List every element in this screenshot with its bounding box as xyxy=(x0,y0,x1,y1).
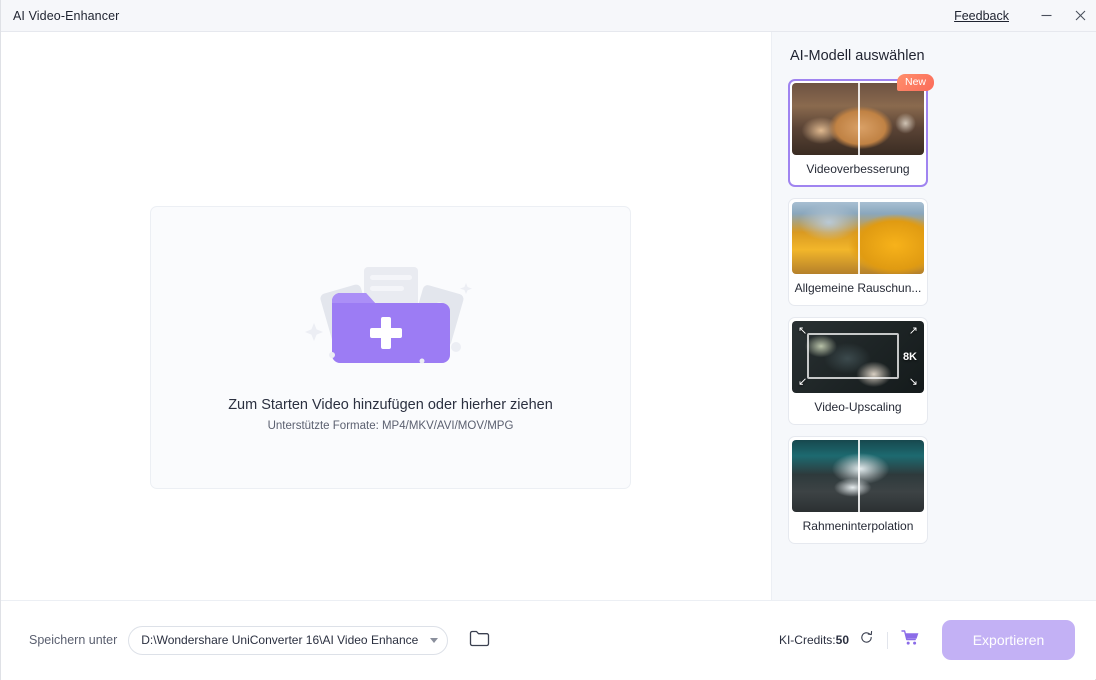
export-button[interactable]: Exportieren xyxy=(942,620,1075,660)
app-window: AI Video-Enhancer Feedback Zum Starten V… xyxy=(0,0,1096,680)
save-path-value: D:\Wondershare UniConverter 16\AI Video … xyxy=(141,633,419,647)
model-thumbnail xyxy=(792,83,924,155)
new-badge: New xyxy=(896,74,934,92)
cart-icon xyxy=(901,629,920,651)
window-controls: Feedback xyxy=(954,0,1096,31)
dropzone-subtitle: Unterstützte Formate: MP4/MKV/AVI/MOV/MP… xyxy=(267,420,514,432)
model-card-video-upscaling[interactable]: ↖ ↗ ↙ ↘ 8K Video-Upscaling xyxy=(788,317,928,425)
model-label: Allgemeine Rauschun... xyxy=(794,281,922,295)
app-title: AI Video-Enhancer xyxy=(13,8,120,23)
compare-divider xyxy=(858,440,860,512)
minimize-icon xyxy=(1040,9,1053,22)
save-location-label: Speichern unter xyxy=(29,633,118,647)
model-card-rahmeninterpolation[interactable]: Rahmeninterpolation xyxy=(788,436,928,544)
model-card-rauschunterdrueckung[interactable]: Allgemeine Rauschun... xyxy=(788,198,928,306)
save-path-dropdown[interactable]: D:\Wondershare UniConverter 16\AI Video … xyxy=(128,625,449,655)
minimize-button[interactable] xyxy=(1029,0,1063,32)
refresh-icon xyxy=(859,630,874,650)
folder-icon xyxy=(469,629,490,652)
arrow-up-right-icon: ↗ xyxy=(908,325,918,337)
close-button[interactable] xyxy=(1063,0,1096,32)
compare-divider xyxy=(858,202,860,274)
compare-divider xyxy=(858,83,860,155)
arrow-down-right-icon: ↘ xyxy=(908,376,918,388)
vertical-divider xyxy=(887,631,888,649)
model-label: Videoverbesserung xyxy=(806,162,910,176)
buy-credits-button[interactable] xyxy=(901,629,920,651)
close-icon xyxy=(1074,9,1087,22)
browse-folder-button[interactable] xyxy=(466,627,492,653)
upscale-frame xyxy=(806,332,899,379)
model-thumbnail xyxy=(792,440,924,512)
model-label: Rahmeninterpolation xyxy=(802,519,914,533)
main-canvas: Zum Starten Video hinzufügen oder hierhe… xyxy=(1,32,771,600)
model-thumbnail: ↖ ↗ ↙ ↘ 8K xyxy=(792,321,924,393)
resolution-badge: 8K xyxy=(902,351,917,363)
model-grid: New Videoverbesserung Allgemeine Rauschu… xyxy=(788,74,1078,544)
refresh-credits-button[interactable] xyxy=(859,630,874,650)
video-dropzone[interactable]: Zum Starten Video hinzufügen oder hierhe… xyxy=(150,206,631,489)
feedback-link[interactable]: Feedback xyxy=(954,9,1009,23)
arrow-down-left-icon: ↙ xyxy=(798,376,808,388)
model-label: Video-Upscaling xyxy=(814,400,902,414)
bottom-bar-right: KI-Credits:50 Exportieren xyxy=(779,620,1075,660)
model-card-videoverbesserung[interactable]: New Videoverbesserung xyxy=(788,74,934,187)
chevron-down-icon xyxy=(430,637,439,643)
panel-title: AI-Modell auswählen xyxy=(790,48,925,64)
bottom-bar: Speichern unter D:\Wondershare UniConver… xyxy=(1,600,1096,679)
dropzone-title: Zum Starten Video hinzufügen oder hierhe… xyxy=(228,397,553,413)
title-bar: AI Video-Enhancer Feedback xyxy=(1,0,1096,32)
ai-model-panel: AI-Modell auswählen New Videoverbesserun… xyxy=(771,32,1096,600)
add-folder-icon xyxy=(296,261,486,371)
credits-display: KI-Credits:50 xyxy=(779,633,849,647)
arrow-up-left-icon: ↖ xyxy=(798,325,808,337)
credits-value: 50 xyxy=(835,633,849,647)
model-thumbnail xyxy=(792,202,924,274)
credits-label: KI-Credits: xyxy=(778,633,836,647)
